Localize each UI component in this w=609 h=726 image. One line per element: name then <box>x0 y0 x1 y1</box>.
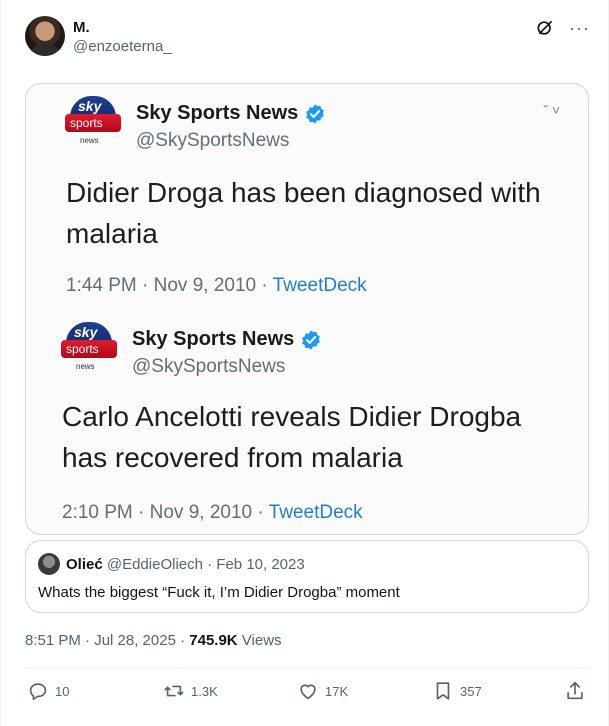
like-icon <box>300 684 316 700</box>
repost-count: 1.3K <box>191 683 218 699</box>
quoted-tweet[interactable]: Olieć @EddieOliech · Feb 10, 2023 Whats … <box>25 540 589 613</box>
verified-icon <box>306 103 325 124</box>
sky-sports-news-logo: sky sports news <box>60 322 118 374</box>
views-count: 745.9K <box>189 632 238 649</box>
bookmark-count: 357 <box>460 683 482 699</box>
tweet-timestamp[interactable]: 8:51 PM · Jul 28, 2025 · <box>25 632 189 649</box>
embedded-tweet-text: Carlo Ancelotti reveals Didier Drogba ha… <box>62 401 522 473</box>
tweet-detail: M. @enzoeterna_ ··· sky sports news Sky … <box>0 0 609 726</box>
chevron-down-icon: ˇ ˅ <box>543 102 560 118</box>
quoted-tweet-text: Whats the biggest “Fuck it, I’m Didier D… <box>38 584 400 601</box>
like-button[interactable]: 17K <box>297 680 348 702</box>
embedded-author-handle: @SkySportsNews <box>136 130 290 151</box>
share-icon <box>567 681 583 700</box>
author-name[interactable]: M. <box>73 19 90 36</box>
views-label: Views <box>237 632 282 649</box>
bookmark-icon <box>436 682 450 700</box>
embedded-author-name: Sky Sports News <box>136 102 326 125</box>
share-button[interactable] <box>564 680 586 702</box>
author-avatar[interactable] <box>25 16 65 56</box>
verified-icon <box>302 329 321 350</box>
divider <box>25 668 590 669</box>
tweet-header: M. @enzoeterna_ ··· <box>25 16 590 60</box>
embedded-tweet-text: Didier Droga has been diagnosed with mal… <box>66 177 541 249</box>
embedded-author-name: Sky Sports News <box>132 328 322 351</box>
more-icon[interactable]: ··· <box>569 19 590 37</box>
quoted-date: · Feb 10, 2023 <box>202 556 305 573</box>
quoted-author-name: Olieć <box>66 556 103 573</box>
bookmark-button[interactable]: 357 <box>432 680 482 702</box>
quoted-author-line: Olieć @EddieOliech · Feb 10, 2023 <box>66 556 305 573</box>
embedded-tweet-meta: 2:10 PM · Nov 9, 2010 · TweetDeck <box>62 502 363 523</box>
action-bar: 10 1.3K 17K 357 <box>25 680 586 706</box>
tweet-meta: 8:51 PM · Jul 28, 2025 · 745.9K Views <box>25 632 282 649</box>
repost-button[interactable]: 1.3K <box>163 680 218 702</box>
reply-button[interactable]: 10 <box>27 680 69 702</box>
quoted-author-avatar <box>38 553 60 575</box>
like-count: 17K <box>325 683 349 699</box>
tweet-image[interactable]: sky sports news Sky Sports News @SkySpor… <box>25 83 589 535</box>
sky-sports-news-logo: sky sports news <box>64 96 122 148</box>
author-handle[interactable]: @enzoeterna_ <box>73 38 172 55</box>
reply-count: 10 <box>55 683 70 699</box>
embedded-tweet-meta: 1:44 PM · Nov 9, 2010 · TweetDeck <box>66 275 367 296</box>
grok-icon[interactable] <box>535 18 555 38</box>
repost-icon <box>164 685 184 697</box>
embedded-author-handle: @SkySportsNews <box>132 356 286 377</box>
reply-icon <box>29 683 47 701</box>
quoted-author-handle: @EddieOliech <box>106 556 203 573</box>
header-actions: ··· <box>535 18 590 38</box>
